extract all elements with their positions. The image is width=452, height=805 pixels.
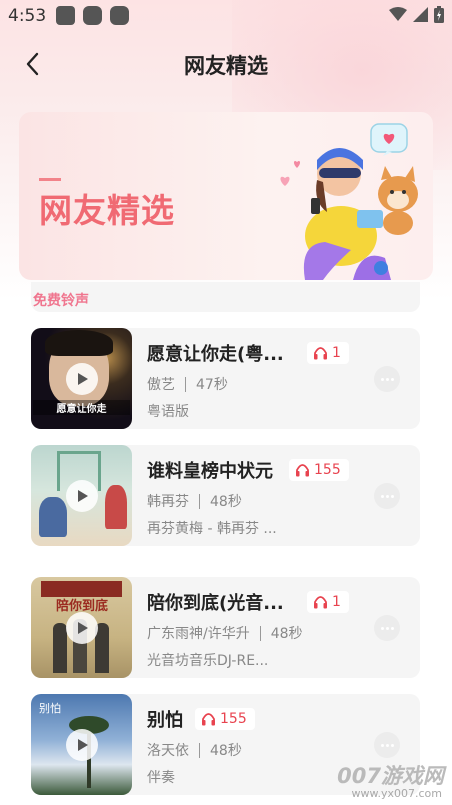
partial-card: 免费铃声 [31,282,420,312]
screen: 4:53 网友精选 网友精选 免费铃声 愿意让你走 愿意让你走(粤... 1 傲… [0,0,452,805]
song-card[interactable]: 陪你到底 陪你到底(光音... 1 广东雨神/许华升 48秒 光音坊音乐DJ-R… [31,577,420,678]
song-meta: 傲艺 47秒 [147,374,228,394]
cover-text: 愿意让你走 [33,400,130,415]
album-name: 光音坊音乐DJ-RE... [147,653,269,669]
watermark-url: www.yx007.com [351,787,442,800]
song-title: 谁料皇榜中状元 [147,461,273,482]
song-duration: 48秒 [270,626,303,642]
song-title: 陪你到底(光音... [147,593,284,614]
play-count-value: 1 [332,594,341,610]
play-button[interactable] [66,729,98,761]
song-cover[interactable]: 别怕 [31,694,132,795]
artist-name: 傲艺 [147,377,175,393]
notification-icon [83,6,102,25]
song-meta: 韩再芬 48秒 [147,491,242,511]
play-count: 1 [307,342,349,364]
play-button[interactable] [66,612,98,644]
song-cover[interactable] [31,445,132,546]
status-bar: 4:53 [0,0,452,32]
watermark-main: 007游戏网 [337,764,444,788]
more-options-button[interactable] [374,483,400,509]
headphones-icon [314,596,327,609]
cover-figure [39,497,67,537]
album-name: 再芬黄梅 - 韩再芬 ... [147,521,277,537]
song-cover[interactable]: 愿意让你走 [31,328,132,429]
more-icon [390,377,394,381]
song-duration: 47秒 [196,377,228,393]
more-options-button[interactable] [374,615,400,641]
song-card[interactable]: 谁料皇榜中状元 155 韩再芬 48秒 再芬黄梅 - 韩再芬 ... [31,445,420,546]
banner-title: 网友精选 [39,191,175,230]
album-name: 粤语版 [147,404,189,420]
play-icon [78,622,88,634]
meta-divider [199,493,200,509]
play-count-value: 1 [332,345,341,361]
more-icon [390,626,394,630]
meta-divider [259,625,261,641]
banner[interactable]: 网友精选 [19,112,433,280]
song-duration: 48秒 [210,494,242,510]
play-count-value: 155 [314,462,341,478]
play-count-value: 155 [220,711,247,727]
more-icon [390,494,394,498]
artist-name: 韩再芬 [147,494,189,510]
meta-divider [185,376,186,392]
play-count: 155 [289,459,349,481]
song-cover[interactable]: 陪你到底 [31,577,132,678]
play-button[interactable] [66,480,98,512]
status-icons [389,6,444,23]
cover-figure [53,623,67,673]
song-card[interactable]: 愿意让你走 愿意让你走(粤... 1 傲艺 47秒 粤语版 [31,328,420,429]
play-count: 155 [195,708,255,730]
more-icon [380,494,384,498]
song-title: 别怕 [147,710,183,731]
notification-icon [56,6,75,25]
more-icon [380,743,384,747]
headphones-icon [296,464,309,477]
watermark: 007游戏网 www.yx007.com [324,760,444,804]
notification-icon [110,6,129,25]
more-icon [385,626,389,630]
headphones-icon [314,347,327,360]
status-time: 4:53 [8,6,47,26]
banner-decoration-line [39,178,61,181]
banner-illustration [280,123,418,280]
more-options-button[interactable] [374,732,400,758]
free-ringtone-tag: 免费铃声 [33,293,89,309]
cover-hair [45,330,113,356]
more-options-button[interactable] [374,366,400,392]
more-icon [385,377,389,381]
song-title: 愿意让你走(粤... [147,344,284,365]
cover-figure [105,485,127,529]
play-button[interactable] [66,363,98,395]
song-meta: 洛天依 48秒 [147,740,242,760]
page-title: 网友精选 [184,54,268,78]
more-icon [385,494,389,498]
album-name: 伴奏 [147,770,175,786]
artist-name: 广东雨神/许华升 [147,626,250,642]
cover-text: 别怕 [39,702,61,715]
battery-icon [434,6,444,23]
more-icon [390,743,394,747]
more-icon [380,626,384,630]
artist-name: 洛天依 [147,743,189,759]
signal-icon [413,7,428,22]
play-icon [78,490,88,502]
song-duration: 48秒 [210,743,242,759]
headphones-icon [202,713,215,726]
play-count: 1 [307,591,349,613]
play-icon [78,739,88,751]
song-meta: 广东雨神/许华升 48秒 [147,623,303,643]
wifi-icon [389,7,407,21]
more-icon [380,377,384,381]
more-icon [385,743,389,747]
play-icon [78,373,88,385]
meta-divider [199,742,200,758]
